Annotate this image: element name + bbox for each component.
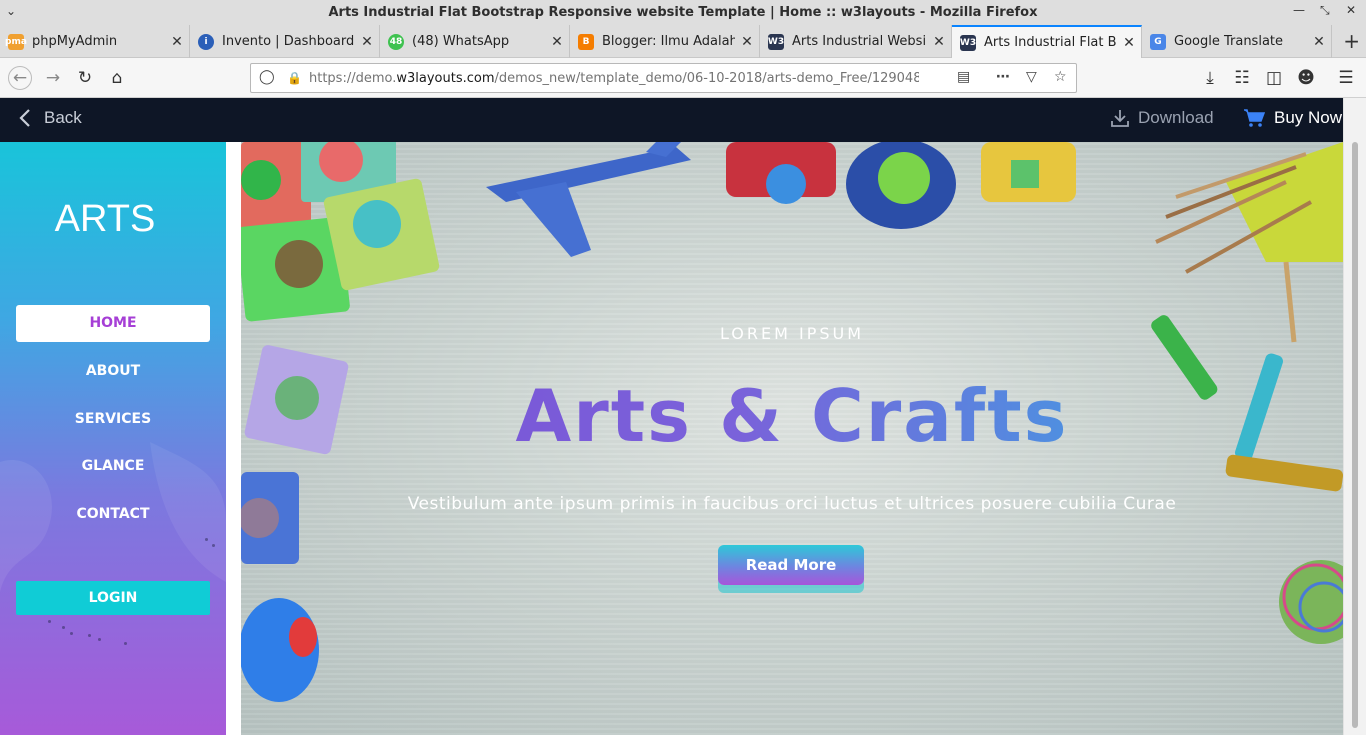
blogger-icon: B xyxy=(578,33,594,50)
nav-services[interactable]: SERVICES xyxy=(16,401,210,438)
hamburger-menu-icon[interactable]: ☰ xyxy=(1334,66,1358,90)
nav-contact[interactable]: CONTACT xyxy=(16,496,210,533)
account-icon[interactable]: ☻ xyxy=(1294,66,1318,90)
reload-icon[interactable]: ↻ xyxy=(73,66,97,90)
tab-label: phpMyAdmin xyxy=(32,34,118,49)
login-button[interactable]: LOGIN xyxy=(16,581,210,615)
w3layouts-icon: W3 xyxy=(960,34,976,51)
demo-top-bar: Back Download Buy Now xyxy=(0,98,1366,142)
bookmark-star-icon[interactable]: ☆ xyxy=(1054,69,1067,85)
hero-banner: LOREM IPSUM Arts & Crafts Vestibulum ant… xyxy=(241,142,1343,735)
whatsapp-icon: 48 xyxy=(388,33,404,50)
decorative-dot xyxy=(212,544,215,547)
back-arrow-icon[interactable]: ← xyxy=(8,66,32,90)
hero-tagline: Vestibulum ante ipsum primis in faucibus… xyxy=(407,494,1177,514)
close-tab-icon[interactable]: ✕ xyxy=(735,34,759,50)
shopping-cart-icon xyxy=(1244,109,1265,127)
decorative-dot xyxy=(205,538,208,541)
toy-airplane-decoration xyxy=(486,142,691,257)
library-icon[interactable]: ☷ xyxy=(1230,66,1254,90)
sidebar-toggle-icon[interactable]: ◫ xyxy=(1262,66,1286,90)
tab-arts-industrial-website[interactable]: W3 Arts Industrial Websi ✕ xyxy=(760,25,952,58)
nav-about[interactable]: ABOUT xyxy=(16,353,210,390)
read-more-button[interactable]: Read More xyxy=(718,545,864,585)
tab-label: Blogger: Ilmu Adalah xyxy=(602,34,735,49)
decorative-dot xyxy=(124,642,127,645)
close-window-icon[interactable]: ✕ xyxy=(1346,3,1356,17)
close-tab-icon[interactable]: ✕ xyxy=(355,34,379,50)
forward-arrow-icon[interactable]: → xyxy=(41,66,65,90)
buy-now-link[interactable]: Buy Now xyxy=(1243,108,1342,128)
tab-whatsapp[interactable]: 48 (48) WhatsApp ✕ xyxy=(380,25,570,58)
shield-icon[interactable]: ◯ xyxy=(259,69,275,85)
close-tab-icon[interactable]: ✕ xyxy=(545,34,569,50)
phpmyadmin-icon: pma xyxy=(5,33,27,50)
scrollbar-thumb[interactable] xyxy=(1352,142,1358,728)
restore-icon[interactable]: ⤡ xyxy=(1320,3,1330,18)
close-tab-icon[interactable]: ✕ xyxy=(1117,35,1141,51)
reader-view-icon[interactable]: ▤ xyxy=(957,69,970,85)
download-link[interactable]: Download xyxy=(1110,108,1214,128)
lock-icon[interactable]: 🔒 xyxy=(287,71,302,85)
decorative-dot xyxy=(62,626,65,629)
w3layouts-icon: W3 xyxy=(768,33,784,50)
home-icon[interactable]: ⌂ xyxy=(105,66,129,90)
downloads-icon[interactable]: ⤓ xyxy=(1198,66,1222,90)
tab-label: Invento | Dashboard xyxy=(222,34,355,49)
tab-label: Arts Industrial Websi xyxy=(792,34,927,49)
close-tab-icon[interactable]: ✕ xyxy=(927,34,951,50)
url-bar[interactable]: ◯ 🔒 https://demo.w3layouts.com/demos_new… xyxy=(250,63,1077,93)
decorative-dot xyxy=(88,634,91,637)
tab-google-translate[interactable]: G Google Translate ✕ xyxy=(1142,25,1332,58)
url-prefix: https://demo. xyxy=(309,71,397,86)
navigation-toolbar: ← → ↻ ⌂ ◯ 🔒 https://demo.w3layouts.com/d… xyxy=(0,58,1366,98)
url-text[interactable]: https://demo.w3layouts.com/demos_new/tem… xyxy=(309,71,919,86)
sidebar: ARTS HOME ABOUT SERVICES GLANCE CONTACT … xyxy=(0,142,226,735)
window-title: Arts Industrial Flat Bootstrap Responsiv… xyxy=(328,5,1038,20)
tab-label: Arts Industrial Flat Bo xyxy=(984,35,1117,50)
back-link[interactable]: Back xyxy=(18,108,82,128)
tab-arts-industrial-flat[interactable]: W3 Arts Industrial Flat Bo ✕ xyxy=(952,25,1142,58)
download-label: Download xyxy=(1138,108,1214,127)
hero-kicker: LOREM IPSUM xyxy=(719,324,865,343)
window-titlebar: ⌄ Arts Industrial Flat Bootstrap Respons… xyxy=(0,0,1366,25)
tab-invento[interactable]: i Invento | Dashboard ✕ xyxy=(190,25,380,58)
decorative-dot xyxy=(70,632,73,635)
site-logo[interactable]: ARTS xyxy=(0,198,210,241)
pocket-icon[interactable]: ▽ xyxy=(1026,69,1037,85)
close-tab-icon[interactable]: ✕ xyxy=(1307,34,1331,50)
chevron-left-icon xyxy=(19,109,30,127)
tab-phpmyadmin[interactable]: pma phpMyAdmin ✕ xyxy=(0,25,190,58)
page-scrollbar[interactable] xyxy=(1343,98,1366,735)
info-icon: i xyxy=(198,33,214,50)
decorative-dot xyxy=(48,620,51,623)
hero-headline: Arts & Crafts xyxy=(241,374,1343,458)
back-label: Back xyxy=(44,108,82,127)
buy-now-label: Buy Now xyxy=(1274,108,1343,127)
new-tab-icon[interactable]: + xyxy=(1343,29,1360,53)
close-tab-icon[interactable]: ✕ xyxy=(165,34,189,50)
url-domain: w3layouts.com xyxy=(396,71,495,86)
download-icon xyxy=(1111,110,1129,127)
tab-label: Google Translate xyxy=(1174,34,1284,49)
toy-blocks-decoration xyxy=(726,142,1076,229)
minimize-icon[interactable]: — xyxy=(1293,3,1305,17)
nav-glance[interactable]: GLANCE xyxy=(16,448,210,485)
tab-label: (48) WhatsApp xyxy=(412,34,510,49)
tab-blogger[interactable]: B Blogger: Ilmu Adalah ✕ xyxy=(570,25,760,58)
content-gutter xyxy=(226,142,241,735)
nav-home[interactable]: HOME xyxy=(16,305,210,342)
decorative-dot xyxy=(98,638,101,641)
tab-strip: pma phpMyAdmin ✕ i Invento | Dashboard ✕… xyxy=(0,25,1366,58)
url-path: /demos_new/template_demo/06-10-2018/arts… xyxy=(494,71,919,86)
google-translate-icon: G xyxy=(1150,33,1166,50)
more-actions-icon[interactable]: ⋯ xyxy=(996,69,1010,85)
